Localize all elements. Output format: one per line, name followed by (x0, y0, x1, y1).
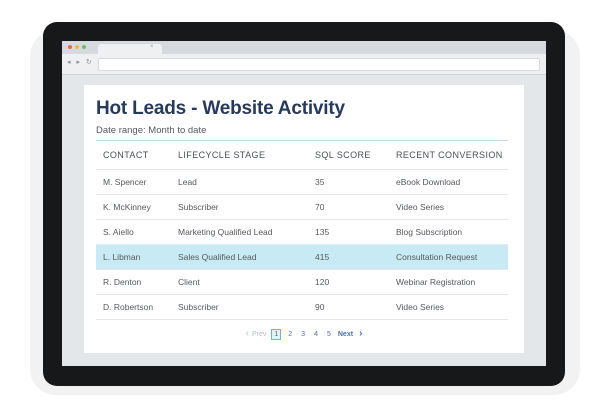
page-link-2[interactable]: 2 (286, 330, 294, 339)
table-row[interactable]: S. Aiello Marketing Qualified Lead 135 Blog… (96, 220, 508, 245)
table-row[interactable]: K. McKinney Subscriber 70 Video Series (96, 195, 508, 220)
date-range-label: Date range: Month to date (96, 125, 207, 136)
prev-label: Prev (251, 330, 267, 338)
contact-cell: D. Robertson (103, 302, 154, 312)
tab-close-icon[interactable]: × (150, 44, 154, 50)
lifecycle-stage-cell: Subscriber (178, 302, 219, 312)
column-header-recent-conversion[interactable]: RECENT CONVERSION (396, 141, 503, 169)
table-row[interactable]: R. Denton Client 120 Webinar Registration (96, 270, 508, 295)
lifecycle-stage-cell: Lead (178, 177, 197, 187)
recent-conversion-cell: Video Series (396, 202, 445, 212)
report-card: Hot Leads - Website Activity Date range:… (84, 85, 524, 353)
table-row[interactable]: L. Libman Sales Qualified Lead 415 Consulta… (96, 245, 508, 270)
next-page-button[interactable]: Next › (338, 329, 363, 339)
browser-tab-bar: × (62, 41, 546, 54)
recent-conversion-cell: Consultation Request (396, 252, 478, 262)
page-title: Hot Leads - Website Activity (96, 98, 345, 119)
pagination: ‹ Prev 1 2 3 4 5 Next › (84, 327, 524, 341)
sql-score-cell: 70 (315, 202, 325, 212)
recent-conversion-cell: Webinar Registration (396, 277, 476, 287)
sql-score-cell: 35 (315, 177, 325, 187)
sql-score-cell: 415 (315, 252, 330, 262)
lifecycle-stage-cell: Sales Qualified Lead (178, 252, 257, 262)
column-header-lifecycle-stage[interactable]: LIFECYCLE STAGE (178, 141, 265, 169)
page-link-1[interactable]: 1 (271, 328, 282, 340)
lifecycle-stage-cell: Subscriber (178, 202, 219, 212)
minimize-window-dot[interactable] (75, 45, 79, 49)
recent-conversion-cell: Blog Subscription (396, 227, 463, 237)
lifecycle-stage-cell: Marketing Qualified Lead (178, 227, 273, 237)
contact-cell: S. Aiello (103, 227, 134, 237)
recent-conversion-cell: Video Series (396, 302, 445, 312)
leads-table: CONTACT LIFECYCLE STAGE SQL SCORE RECENT… (96, 140, 508, 320)
table-row[interactable]: M. Spencer Lead 35 eBook Download (96, 170, 508, 195)
table-header-row: CONTACT LIFECYCLE STAGE SQL SCORE RECENT… (96, 141, 508, 170)
prev-page-button[interactable]: ‹ Prev (246, 329, 267, 339)
page-link-4[interactable]: 4 (312, 330, 320, 339)
column-header-contact[interactable]: CONTACT (103, 141, 149, 169)
contact-cell: K. McKinney (103, 202, 151, 212)
contact-cell: M. Spencer (103, 177, 147, 187)
sql-score-cell: 120 (315, 277, 330, 287)
next-label: Next (337, 330, 354, 338)
recent-conversion-cell: eBook Download (396, 177, 461, 187)
page-viewport: Hot Leads - Website Activity Date range:… (62, 75, 546, 366)
page-link-3[interactable]: 3 (299, 330, 307, 339)
browser-toolbar: ◂ ▸ ↻ ⌂ (62, 54, 546, 75)
page-link-5[interactable]: 5 (325, 330, 333, 339)
maximize-window-dot[interactable] (82, 45, 86, 49)
close-window-dot[interactable] (68, 45, 72, 49)
chevron-left-icon: ‹ (245, 328, 249, 339)
sql-score-cell: 135 (315, 227, 330, 237)
contact-cell: L. Libman (103, 252, 141, 262)
sql-score-cell: 90 (315, 302, 325, 312)
address-bar[interactable] (98, 58, 540, 71)
browser-window: × ◂ ▸ ↻ ⌂ Hot Leads - Website Activity D… (62, 41, 546, 366)
window-controls (68, 45, 86, 49)
lifecycle-stage-cell: Client (178, 277, 200, 287)
contact-cell: R. Denton (103, 277, 142, 287)
column-header-sql-score[interactable]: SQL SCORE (315, 141, 371, 169)
chevron-right-icon: › (359, 328, 363, 339)
table-row[interactable]: D. Robertson Subscriber 90 Video Series (96, 295, 508, 320)
